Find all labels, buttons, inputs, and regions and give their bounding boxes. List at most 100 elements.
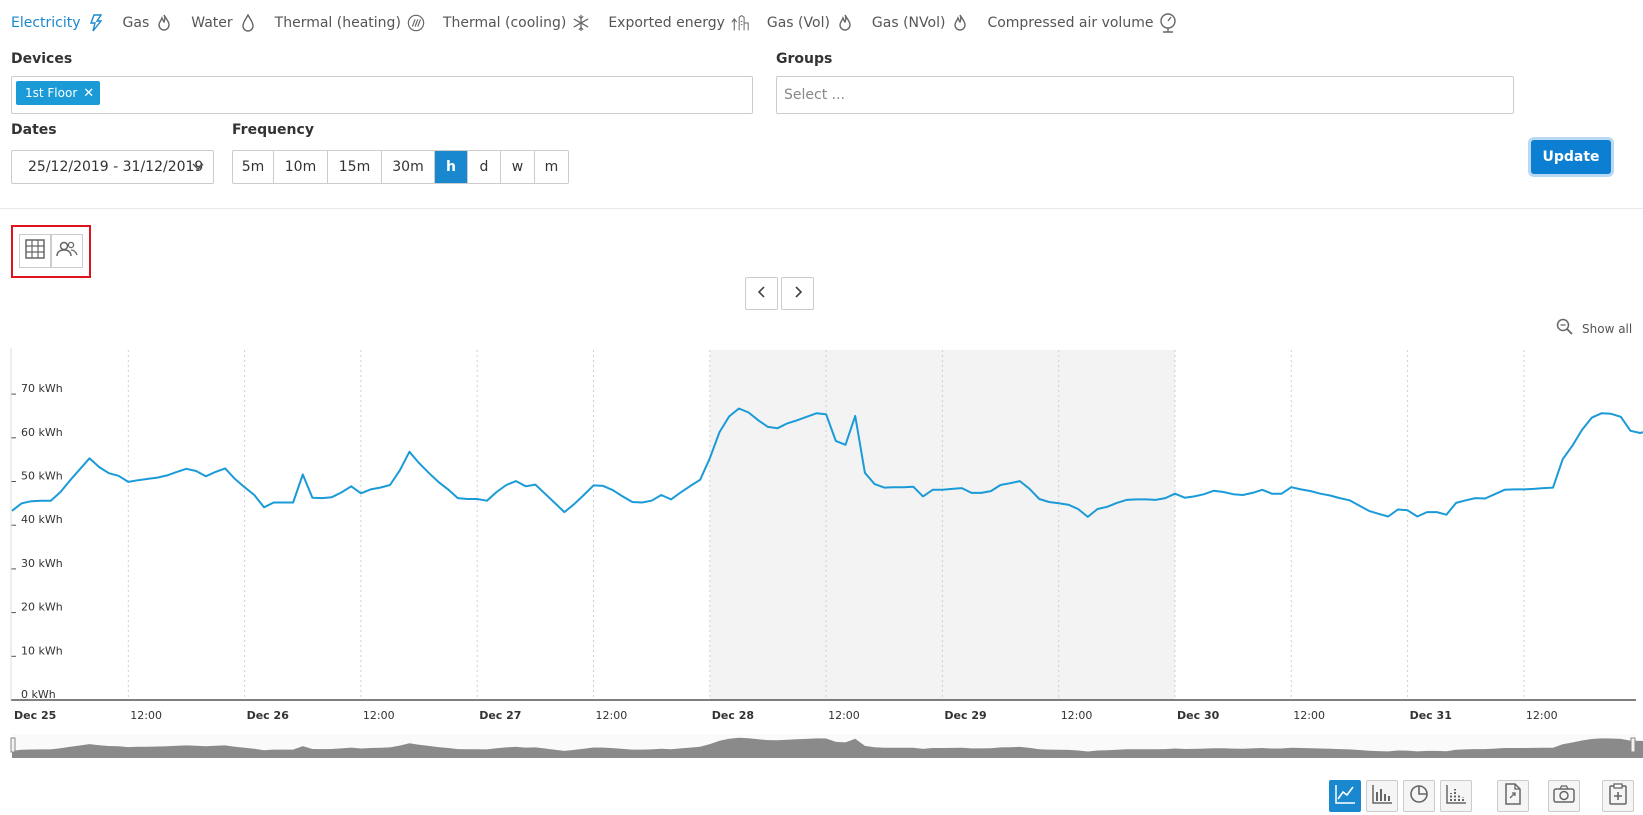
data-point[interactable]	[223, 466, 228, 471]
data-point[interactable]	[824, 412, 829, 417]
data-point[interactable]	[736, 406, 741, 411]
data-point[interactable]	[1376, 511, 1381, 516]
data-point[interactable]	[1269, 491, 1274, 496]
data-point[interactable]	[891, 485, 896, 490]
data-point[interactable]	[407, 449, 412, 454]
data-point[interactable]	[688, 483, 693, 488]
data-point[interactable]	[572, 502, 577, 507]
data-point[interactable]	[165, 473, 170, 478]
data-point[interactable]	[1415, 514, 1420, 519]
data-point[interactable]	[417, 461, 422, 466]
frequency-option-30m[interactable]: 30m	[382, 151, 435, 183]
data-point[interactable]	[882, 485, 887, 490]
data-point[interactable]	[843, 442, 848, 447]
data-point[interactable]	[1298, 487, 1303, 492]
data-point[interactable]	[1502, 487, 1507, 492]
data-point[interactable]	[727, 414, 732, 419]
data-point[interactable]	[349, 484, 354, 489]
data-point[interactable]	[1570, 443, 1575, 448]
data-point[interactable]	[271, 500, 276, 505]
pie-chart-button[interactable]	[1403, 780, 1435, 812]
data-point[interactable]	[698, 477, 703, 482]
data-point[interactable]	[1085, 514, 1090, 519]
data-point[interactable]	[814, 411, 819, 416]
data-point[interactable]	[1173, 491, 1178, 496]
data-point[interactable]	[1076, 507, 1081, 512]
tab-thermal-heating[interactable]: Thermal (heating)	[275, 14, 425, 32]
data-point[interactable]	[523, 484, 528, 489]
tab-gas-vol[interactable]: Gas (Vol)	[767, 14, 854, 32]
data-point[interactable]	[194, 469, 199, 474]
devices-select[interactable]: 1st Floor ✕	[11, 76, 753, 114]
data-point[interactable]	[1308, 489, 1313, 494]
data-point[interactable]	[1143, 497, 1148, 502]
data-point[interactable]	[1405, 508, 1410, 513]
data-point[interactable]	[1618, 414, 1623, 419]
data-point[interactable]	[387, 482, 392, 487]
data-point[interactable]	[940, 487, 945, 492]
data-point[interactable]	[484, 498, 489, 503]
data-point[interactable]	[1095, 507, 1100, 512]
data-point[interactable]	[1240, 493, 1245, 498]
data-point[interactable]	[329, 495, 334, 500]
data-point[interactable]	[1492, 492, 1497, 497]
data-point[interactable]	[1541, 486, 1546, 491]
table-view-button[interactable]	[19, 234, 51, 268]
data-point[interactable]	[1638, 430, 1643, 435]
data-point[interactable]	[155, 475, 160, 480]
data-point[interactable]	[921, 494, 926, 499]
group-view-button[interactable]	[51, 234, 83, 268]
data-point[interactable]	[1609, 411, 1614, 416]
data-point[interactable]	[998, 482, 1003, 487]
data-point[interactable]	[581, 493, 586, 498]
data-point[interactable]	[1153, 497, 1158, 502]
data-point[interactable]	[242, 485, 247, 490]
frequency-option-d[interactable]: d	[468, 151, 501, 183]
data-point[interactable]	[1124, 497, 1129, 502]
data-point[interactable]	[1289, 485, 1294, 490]
data-point[interactable]	[1105, 504, 1110, 509]
data-point[interactable]	[494, 489, 499, 494]
remove-chip-icon[interactable]: ✕	[83, 86, 94, 101]
data-point[interactable]	[1560, 457, 1565, 462]
data-point[interactable]	[261, 505, 266, 510]
update-button[interactable]: Update	[1531, 140, 1611, 174]
data-point[interactable]	[795, 418, 800, 423]
data-point[interactable]	[1027, 486, 1032, 491]
data-point[interactable]	[1347, 498, 1352, 503]
data-point[interactable]	[601, 483, 606, 488]
data-point[interactable]	[969, 490, 974, 495]
data-point[interactable]	[106, 471, 111, 476]
data-point[interactable]	[281, 500, 286, 505]
data-point[interactable]	[620, 494, 625, 499]
data-point[interactable]	[68, 478, 73, 483]
data-point[interactable]	[804, 414, 809, 419]
data-point[interactable]	[930, 487, 935, 492]
frequency-option-5m[interactable]: 5m	[233, 151, 274, 183]
data-point[interactable]	[426, 470, 431, 475]
frequency-option-10m[interactable]: 10m	[274, 151, 328, 183]
data-point[interactable]	[174, 469, 179, 474]
data-point[interactable]	[300, 472, 305, 477]
data-point[interactable]	[765, 424, 770, 429]
data-point[interactable]	[1473, 496, 1478, 501]
data-point[interactable]	[513, 479, 518, 484]
data-point[interactable]	[1337, 496, 1342, 501]
data-point[interactable]	[397, 468, 402, 473]
data-point[interactable]	[97, 465, 102, 470]
data-point[interactable]	[1386, 514, 1391, 519]
data-point[interactable]	[378, 485, 383, 490]
frequency-option-15m[interactable]: 15m	[328, 151, 382, 183]
data-point[interactable]	[232, 476, 237, 481]
data-point[interactable]	[126, 479, 131, 484]
data-point[interactable]	[1463, 498, 1468, 503]
data-point[interactable]	[639, 500, 644, 505]
next-button[interactable]	[781, 277, 814, 310]
tab-gas-nvol[interactable]: Gas (NVol)	[872, 14, 970, 32]
previous-button[interactable]	[745, 277, 778, 310]
data-point[interactable]	[1512, 487, 1517, 492]
data-point[interactable]	[1357, 503, 1362, 508]
line-chart-button[interactable]	[1329, 780, 1361, 812]
data-point[interactable]	[862, 470, 867, 475]
data-point[interactable]	[368, 487, 373, 492]
